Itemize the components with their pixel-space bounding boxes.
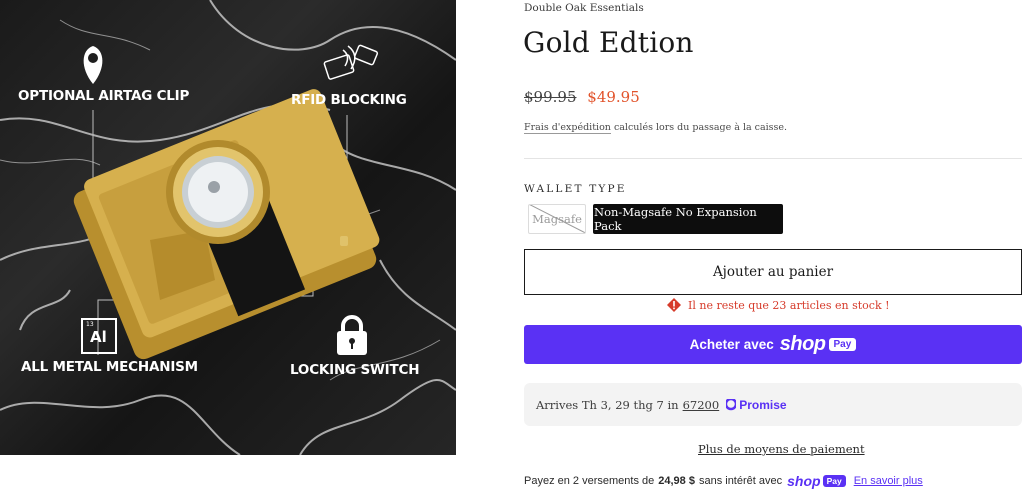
element-number: 13	[86, 321, 94, 328]
installments-amount: 24,98 $	[658, 475, 695, 487]
installments-prefix: Payez en 2 versements de	[524, 475, 655, 487]
marble-background	[0, 0, 456, 455]
shop-pay-button-label: Acheter avec	[689, 337, 774, 352]
rfid-card-icon	[323, 44, 379, 80]
delivery-zip-link[interactable]: 67200	[683, 398, 720, 412]
stock-warning-text: Il ne reste que 23 articles en stock !	[688, 298, 890, 312]
feature-label-airtag: OPTIONAL AIRTAG CLIP	[18, 88, 190, 104]
aluminium-element-icon: 13 Al	[81, 318, 117, 354]
divider	[524, 158, 1022, 159]
promise-icon	[726, 398, 737, 410]
shipping-note: Frais d'expédition calculés lors du pass…	[524, 122, 788, 134]
add-to-cart-button[interactable]: Ajouter au panier	[524, 249, 1022, 295]
promise-badge: Promise	[726, 397, 787, 412]
shop-logo: shop	[779, 333, 826, 355]
shipping-suffix: calculés lors du passage à la caisse.	[610, 122, 788, 133]
product-title: Gold Edtion	[523, 26, 694, 59]
variant-option-magsafe[interactable]: Magsafe	[528, 204, 586, 234]
installments-suffix: sans intérêt avec	[698, 475, 783, 487]
delivery-estimate: Arrives Th 3, 29 thg 7 in 67200 Promise	[524, 383, 1022, 426]
price-original: $99.95	[524, 88, 577, 106]
stock-warning: Il ne reste que 23 articles en stock !	[666, 297, 890, 313]
pay-badge-mini: Pay	[822, 475, 846, 487]
variant-option-non-magsafe[interactable]: Non-Magsafe No Expansion Pack	[593, 204, 783, 234]
installments-banner: Payez en 2 versements de 24,98 $ sans in…	[524, 473, 923, 489]
location-pin-icon	[83, 46, 103, 84]
variant-option-label: Magsafe	[532, 212, 582, 226]
shop-logo-mini: shop	[787, 473, 821, 489]
product-image[interactable]: 13 Al OPTIONAL AIRTAG CLIP RFID BLOCKING…	[0, 0, 456, 455]
price-row: $99.95 $49.95	[524, 88, 640, 106]
variant-option-label: Non-Magsafe No Expansion Pack	[594, 205, 757, 233]
element-symbol: Al	[90, 328, 107, 346]
feature-label-rfid: RFID BLOCKING	[291, 92, 407, 108]
shop-pay-button[interactable]: Acheter avec shop Pay	[524, 325, 1022, 364]
shipping-link[interactable]: Frais d'expédition	[524, 122, 611, 134]
airtag-mount	[166, 140, 270, 244]
learn-more-link[interactable]: En savoir plus	[854, 475, 923, 487]
padlock-icon	[337, 315, 367, 355]
promise-label: Promise	[739, 397, 787, 412]
feature-label-locking: LOCKING SWITCH	[290, 362, 420, 378]
pay-badge: Pay	[828, 338, 857, 351]
feature-label-metal: ALL METAL MECHANISM	[21, 359, 198, 375]
delivery-text: Arrives Th 3, 29 thg 7 in	[536, 397, 679, 412]
variant-label: WALLET TYPE	[524, 183, 627, 195]
more-payment-options-link[interactable]: Plus de moyens de paiement	[698, 442, 865, 456]
price-sale: $49.95	[587, 88, 640, 106]
brand-name: Double Oak Essentials	[524, 2, 644, 14]
alert-icon	[667, 298, 681, 312]
